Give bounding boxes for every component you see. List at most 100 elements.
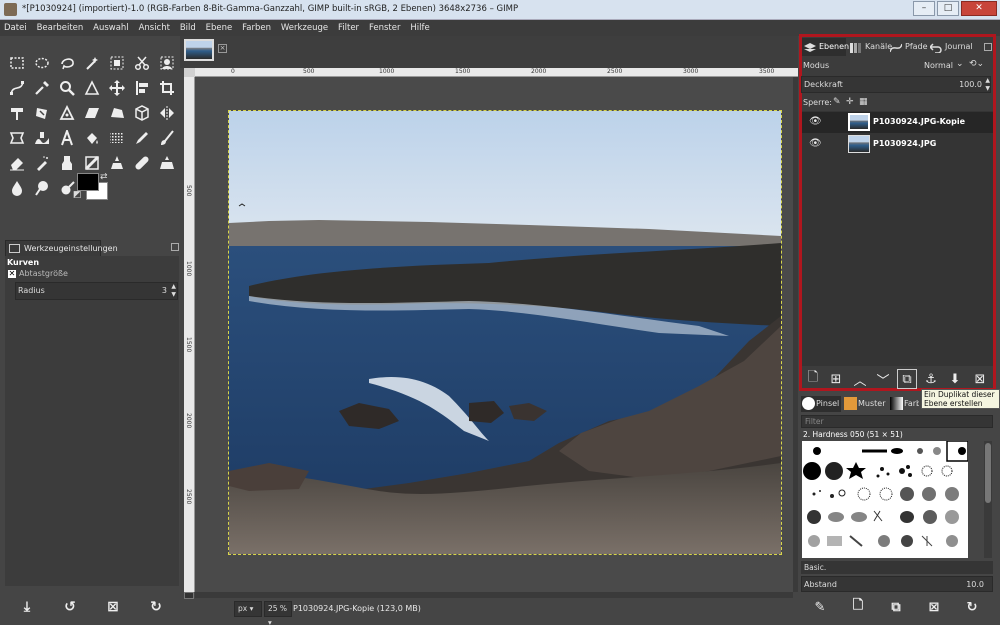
paintbrush-icon[interactable] bbox=[157, 128, 177, 148]
tab-paths[interactable]: Pfade bbox=[888, 38, 928, 56]
layer-name[interactable]: P1030924.JPG-Kopie bbox=[873, 117, 965, 126]
reset-colors-icon[interactable]: ◩ bbox=[73, 190, 82, 200]
foreground-color-swatch[interactable] bbox=[77, 173, 99, 191]
tab-journal[interactable]: Journal bbox=[928, 38, 973, 56]
navigate-image-icon[interactable] bbox=[184, 592, 194, 599]
menu-select[interactable]: Auswahl bbox=[90, 20, 132, 36]
tool-options-panel-menu-icon[interactable] bbox=[171, 243, 179, 251]
tab-gradients[interactable]: Farbverläufe bbox=[889, 396, 919, 412]
foreground-select-icon[interactable] bbox=[157, 53, 177, 73]
duplicate-layer-icon[interactable]: ⧉ bbox=[897, 369, 917, 389]
horizontal-ruler[interactable]: 0 500 1000 1500 2000 2500 3000 3500 bbox=[195, 68, 798, 77]
menu-colors[interactable]: Farben bbox=[239, 20, 274, 36]
airbrush-icon[interactable] bbox=[32, 153, 52, 173]
layer-row[interactable]: 👁 P1030924.JPG bbox=[802, 134, 993, 155]
tab-tool-options[interactable]: Werkzeugeinstellungen bbox=[5, 240, 118, 256]
mode-switch-icon[interactable]: ⟲⌄ bbox=[969, 59, 984, 69]
shear-icon[interactable] bbox=[82, 103, 102, 123]
image-tab-thumbnail[interactable] bbox=[184, 39, 214, 61]
move-icon[interactable] bbox=[107, 78, 127, 98]
lock-alpha-icon[interactable]: ▦ bbox=[859, 97, 868, 107]
close-window-button[interactable]: ✕ bbox=[961, 1, 997, 16]
tab-layers[interactable]: Ebenen bbox=[802, 38, 849, 56]
free-select-lasso-icon[interactable] bbox=[57, 53, 77, 73]
tab-channels[interactable]: Kanäle bbox=[848, 38, 892, 56]
lower-layer-icon[interactable]: ﹀ bbox=[873, 369, 893, 389]
mypaint-brush-icon[interactable] bbox=[82, 153, 102, 173]
gradient-icon[interactable] bbox=[107, 128, 127, 148]
tab-patterns[interactable]: Muster bbox=[843, 396, 888, 412]
menu-windows[interactable]: Fenster bbox=[366, 20, 404, 36]
opacity-spin-arrows-icon[interactable]: ▲ ▼ bbox=[985, 77, 990, 93]
menu-edit[interactable]: Bearbeiten bbox=[34, 20, 87, 36]
layers-panel-menu-icon[interactable] bbox=[984, 43, 992, 51]
fuzzy-select-wand-icon[interactable] bbox=[82, 53, 102, 73]
horizontal-scrollbar[interactable] bbox=[195, 592, 793, 598]
layer-visibility-eye-icon[interactable]: 👁 bbox=[809, 116, 822, 127]
radius-spin-arrows-icon[interactable]: ▲ ▼ bbox=[171, 283, 176, 299]
rect-select-icon[interactable] bbox=[7, 53, 27, 73]
flip-icon[interactable] bbox=[157, 103, 177, 123]
layer-name[interactable]: P1030924.JPG bbox=[873, 139, 936, 148]
brush-scrollbar-thumb[interactable] bbox=[985, 443, 991, 503]
scissors-select-icon[interactable] bbox=[132, 53, 152, 73]
refresh-brushes-icon[interactable]: ↻ bbox=[962, 597, 982, 617]
lock-position-icon[interactable]: ✛ bbox=[846, 97, 854, 107]
blur-sharpen-icon[interactable] bbox=[7, 178, 27, 198]
delete-brush-icon[interactable]: ⊠ bbox=[924, 597, 944, 617]
sample-merged-checkbox[interactable]: ✕ bbox=[8, 270, 16, 278]
paths-icon[interactable] bbox=[7, 78, 27, 98]
menu-image[interactable]: Bild bbox=[177, 20, 199, 36]
lock-pixels-icon[interactable]: ✎ bbox=[833, 97, 841, 107]
spacing-spinbox[interactable]: Abstand 10.0 bbox=[801, 576, 993, 592]
smudge-icon[interactable] bbox=[32, 178, 52, 198]
radius-spinbox[interactable]: Radius 3 ▲ ▼ bbox=[15, 282, 178, 300]
menu-filters[interactable]: Filter bbox=[335, 20, 362, 36]
minimize-button[interactable]: – bbox=[913, 1, 935, 16]
ellipse-select-icon[interactable] bbox=[32, 53, 52, 73]
eraser-icon[interactable] bbox=[7, 153, 27, 173]
warp-icon[interactable] bbox=[32, 128, 52, 148]
image-canvas-photo[interactable] bbox=[228, 110, 782, 555]
bucket-fill-icon[interactable] bbox=[82, 128, 102, 148]
brush-scrollbar[interactable] bbox=[984, 441, 992, 558]
new-layer-group-icon[interactable]: ⊞ bbox=[826, 369, 846, 389]
clone-icon[interactable] bbox=[107, 153, 127, 173]
cage-icon[interactable] bbox=[7, 128, 27, 148]
edit-brush-icon[interactable]: ✎ bbox=[810, 597, 830, 617]
zoom-icon[interactable] bbox=[57, 78, 77, 98]
brush-grid[interactable] bbox=[802, 441, 968, 558]
delete-layer-icon[interactable]: ⊠ bbox=[970, 369, 990, 389]
mode-dropdown-icon[interactable]: ⌄ bbox=[956, 59, 964, 69]
select-by-color-icon[interactable] bbox=[107, 53, 127, 73]
maximize-button[interactable]: □ bbox=[937, 1, 959, 16]
handle-transform-icon[interactable] bbox=[57, 103, 77, 123]
align-icon[interactable] bbox=[132, 78, 152, 98]
delete-tool-preset-icon[interactable]: ⊠ bbox=[103, 597, 123, 617]
menu-help[interactable]: Hilfe bbox=[407, 20, 432, 36]
unified-transform-icon[interactable] bbox=[7, 103, 27, 123]
perspective-icon[interactable] bbox=[132, 103, 152, 123]
tab-brushes[interactable]: Pinsel bbox=[801, 396, 841, 412]
anchor-layer-icon[interactable]: ⚓ bbox=[921, 369, 941, 389]
menu-layer[interactable]: Ebene bbox=[203, 20, 236, 36]
raise-layer-icon[interactable]: ︿ bbox=[850, 369, 870, 389]
swap-colors-icon[interactable]: ⇄ bbox=[100, 172, 108, 182]
duplicate-brush-icon[interactable]: ⧉ bbox=[886, 597, 906, 617]
pencil-icon[interactable] bbox=[132, 128, 152, 148]
brush-filter-input[interactable]: Filter bbox=[801, 415, 993, 428]
perspective-clone-icon[interactable] bbox=[157, 153, 177, 173]
menu-file[interactable]: Datei bbox=[1, 20, 30, 36]
layer-row[interactable]: 👁 P1030924.JPG-Kopie bbox=[802, 112, 993, 133]
warp-transform-icon[interactable] bbox=[32, 103, 52, 123]
cage-transform-icon[interactable] bbox=[107, 103, 127, 123]
measure-icon[interactable] bbox=[82, 78, 102, 98]
new-brush-icon[interactable]: 🗋 bbox=[848, 597, 868, 617]
opacity-spinbox[interactable]: Deckkraft 100.0 ▲ ▼ bbox=[801, 76, 991, 93]
menu-view[interactable]: Ansicht bbox=[136, 20, 173, 36]
menu-tools[interactable]: Werkzeuge bbox=[278, 20, 331, 36]
zoom-combo[interactable]: 25 % ▾ bbox=[264, 601, 292, 625]
vertical-ruler[interactable]: 500 1000 1500 2000 2500 bbox=[184, 77, 195, 592]
image-tab-close-icon[interactable]: × bbox=[218, 44, 227, 53]
merge-down-icon[interactable]: ⬇ bbox=[945, 369, 965, 389]
